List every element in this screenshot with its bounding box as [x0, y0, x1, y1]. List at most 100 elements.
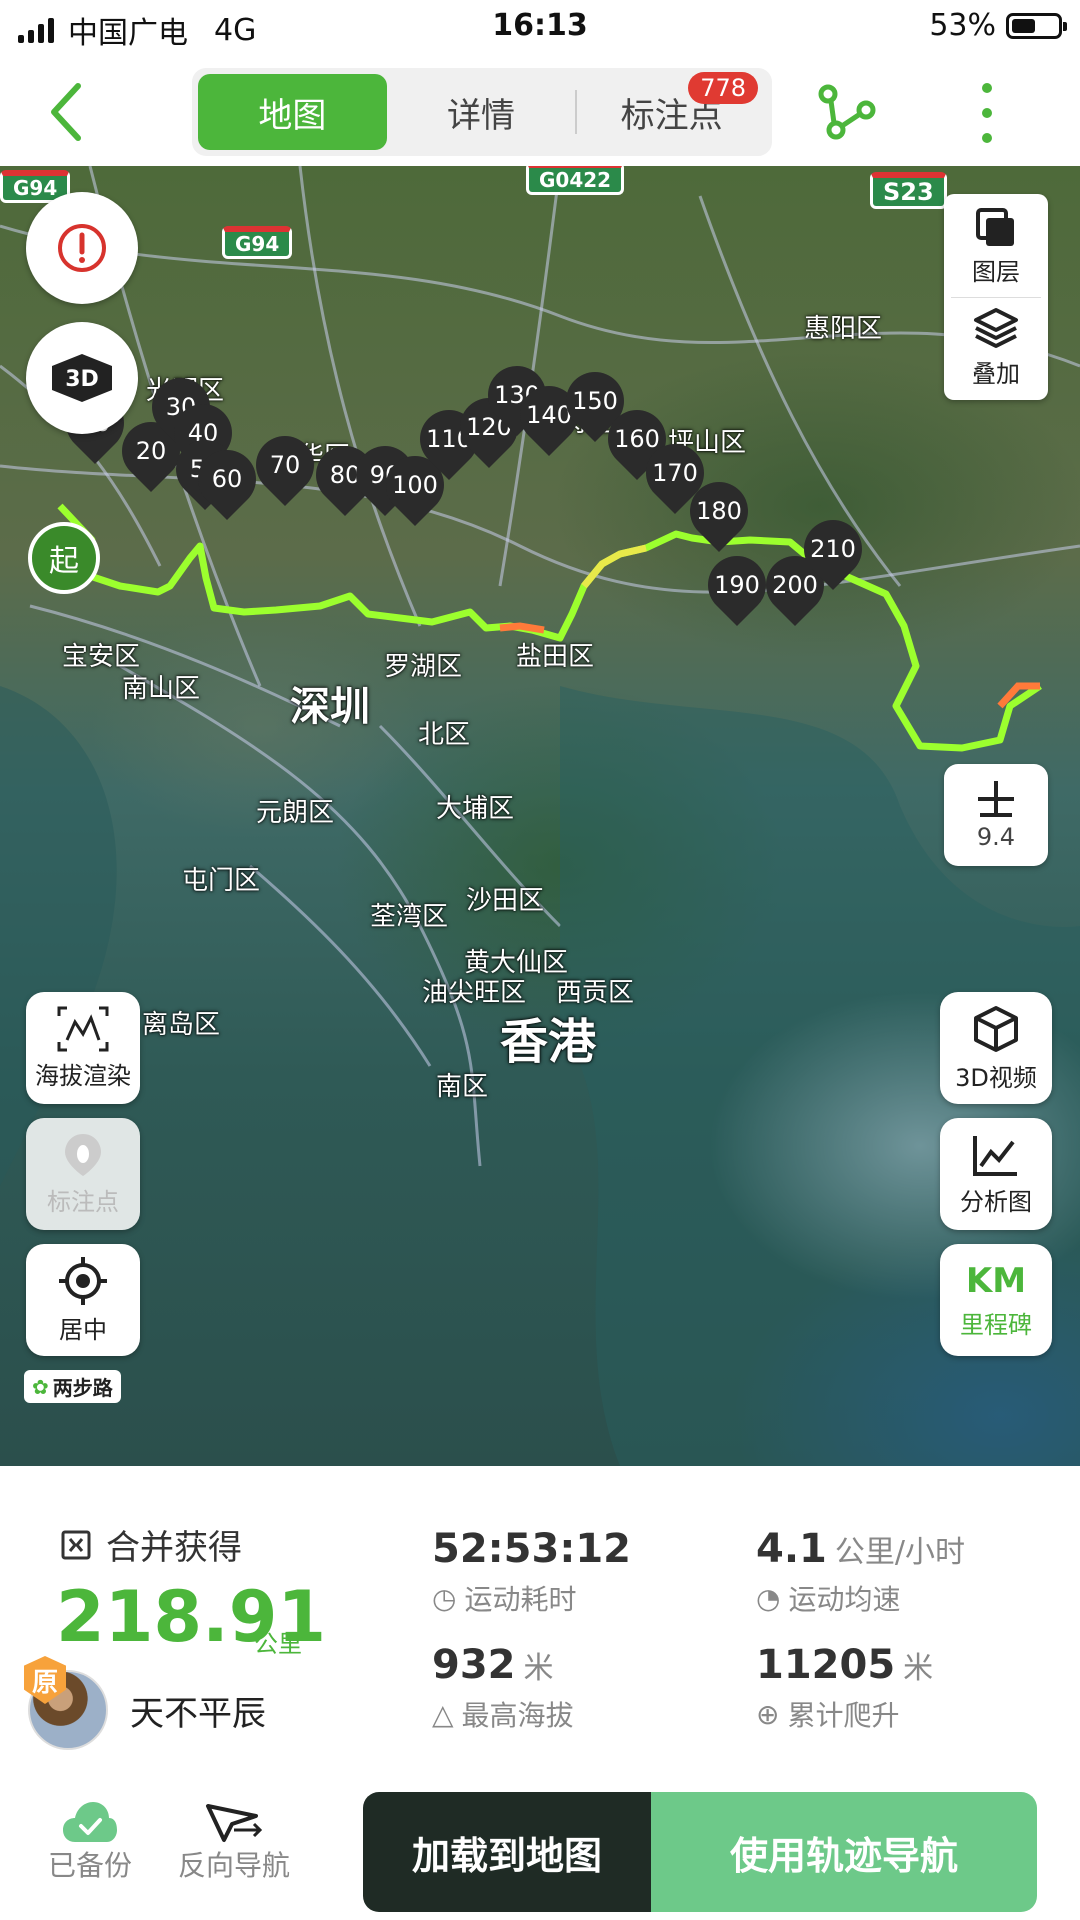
brand-logo: ✿ 两步路: [24, 1370, 121, 1403]
battery-percent: 53%: [929, 8, 996, 43]
clock: 16:13: [492, 8, 588, 43]
milestone-label: 里程碑: [960, 1310, 1032, 1339]
merge-label: 合并获得: [106, 1528, 242, 1568]
zoom-control[interactable]: 9.4: [944, 764, 1048, 866]
marker-label: 60: [211, 465, 243, 493]
tab-annotations[interactable]: 标注点 778: [577, 72, 766, 150]
merge-icon: [61, 1530, 91, 1559]
back-icon[interactable]: [40, 76, 100, 148]
video-3d-button[interactable]: 3D视频: [940, 992, 1052, 1104]
analysis-label: 分析图: [960, 1187, 1032, 1216]
marker-label: 70: [269, 451, 301, 479]
map-label: 惠阳区: [804, 314, 883, 344]
locate-icon: [59, 1256, 107, 1305]
reverse-nav-button[interactable]: 反向导航: [178, 1800, 290, 1884]
map-label: 离岛区: [142, 1010, 221, 1040]
speed-unit: 公里/小时: [834, 1535, 965, 1570]
toggle-3d-button[interactable]: 3D: [26, 322, 138, 434]
tab-details[interactable]: 详情: [387, 74, 576, 150]
up-arrow-icon: ⊕: [756, 1697, 780, 1731]
elevation-render-button[interactable]: 海拔渲染: [26, 992, 140, 1104]
annotation-count-badge: 778: [688, 72, 759, 104]
tab-map[interactable]: 地图: [198, 74, 387, 150]
zoom-level: 9.4: [976, 823, 1016, 851]
3d-icon: 3D: [52, 354, 112, 402]
video-3d-label: 3D视频: [955, 1063, 1037, 1092]
speed-label: 运动均速: [788, 1583, 901, 1616]
backup-button[interactable]: 已备份: [48, 1800, 132, 1884]
alert-button[interactable]: [26, 192, 138, 304]
layers-button[interactable]: 图层: [972, 197, 1020, 297]
track-info-panel: 合并获得 218.91 公里 原 天不平辰 52:53:12 ◷ 运动耗时 4.1…: [0, 1466, 1080, 1786]
tab-bar: 地图 详情 标注点 778: [192, 68, 772, 156]
stat-max-altitude: 932 米 △ 最高海拔: [432, 1642, 574, 1734]
map-label-city: 深圳: [290, 684, 370, 730]
climb-label: 累计爬升: [787, 1699, 900, 1732]
map-label: 南山区: [122, 674, 201, 704]
track-navigation-button[interactable]: 使用轨迹导航: [651, 1792, 1037, 1912]
km-marker[interactable]: 70: [243, 423, 327, 507]
top-nav: 地图 详情 标注点 778: [0, 58, 1080, 166]
brand-icon: ✿: [32, 1374, 49, 1399]
line-chart-icon: [973, 1135, 1017, 1176]
km-marker[interactable]: 190: [695, 543, 779, 627]
milestone-button[interactable]: KM 里程碑: [940, 1244, 1052, 1356]
km-marker[interactable]: 180: [677, 469, 761, 553]
username[interactable]: 天不平辰: [130, 1686, 266, 1735]
map-label: 罗湖区: [384, 652, 463, 682]
start-marker[interactable]: 起: [28, 522, 100, 594]
marker-label: 190: [714, 571, 760, 599]
max-altitude-unit: 米: [523, 1651, 554, 1686]
map-label: 大埔区: [436, 794, 515, 824]
map-label: 元朗区: [256, 798, 335, 828]
duration-value: 52:53:12: [432, 1526, 631, 1572]
layers-label: 图层: [972, 258, 1020, 286]
climb-value: 11205: [756, 1642, 896, 1688]
center-button[interactable]: 居中: [26, 1244, 140, 1356]
km-marker[interactable]: 210: [791, 507, 875, 591]
route-share-icon[interactable]: [816, 80, 876, 144]
speed-value: 4.1: [756, 1526, 827, 1572]
center-label: 居中: [59, 1315, 107, 1344]
map-label: 荃湾区: [370, 902, 449, 932]
merge-source: 合并获得: [60, 1520, 242, 1569]
overlay-label: 叠加: [972, 360, 1020, 388]
max-altitude-value: 932: [432, 1642, 516, 1688]
map-label: 南区: [436, 1072, 489, 1102]
backup-label: 已备份: [48, 1849, 133, 1882]
duration-label: 运动耗时: [464, 1583, 577, 1616]
highway-shield-g0422: G0422: [526, 166, 625, 195]
map-label: 北区: [418, 720, 471, 750]
overlay-button[interactable]: 叠加: [972, 298, 1020, 398]
elevation-label: 海拔渲染: [35, 1061, 131, 1090]
status-bar: 中国广电 4G 16:13 53%: [0, 0, 1080, 58]
cube-icon: [974, 1005, 1018, 1052]
marker-label: 210: [810, 535, 856, 563]
alert-icon: [58, 224, 106, 272]
zoom-in-icon: [978, 781, 1014, 817]
avatar[interactable]: 原: [24, 1656, 108, 1750]
clock-icon: ◷: [432, 1581, 457, 1615]
annotation-button[interactable]: 标注点: [26, 1118, 140, 1230]
reverse-label: 反向导航: [178, 1849, 291, 1882]
stat-speed: 4.1 公里/小时 ◔ 运动均速: [756, 1526, 965, 1618]
svg-text:3D: 3D: [65, 367, 99, 392]
distance-unit: 公里: [254, 1630, 302, 1658]
author[interactable]: 原 天不平辰: [24, 1656, 266, 1750]
elevation-icon: [57, 1006, 109, 1051]
km-marker[interactable]: 60: [185, 437, 269, 521]
load-to-map-button[interactable]: 加载到地图: [363, 1792, 651, 1912]
map-label: 盐田区: [516, 642, 595, 672]
map-label: 屯门区: [182, 866, 261, 896]
max-altitude-label: 最高海拔: [461, 1699, 574, 1732]
cloud-check-icon: [63, 1802, 117, 1842]
analysis-chart-button[interactable]: 分析图: [940, 1118, 1052, 1230]
stat-duration: 52:53:12 ◷ 运动耗时: [432, 1526, 631, 1618]
speedometer-icon: ◔: [756, 1581, 781, 1615]
tab-details-label: 详情: [447, 95, 515, 136]
annotation-label: 标注点: [47, 1187, 119, 1216]
highway-shield-g94: G94: [222, 226, 293, 259]
more-icon[interactable]: [972, 78, 1002, 148]
layers-icon: [976, 208, 1014, 246]
map-view[interactable]: G94 G94 G0422 S23 光明区 龙华区 龙岗区 坪山区 惠阳区 宝安…: [0, 166, 1080, 1466]
